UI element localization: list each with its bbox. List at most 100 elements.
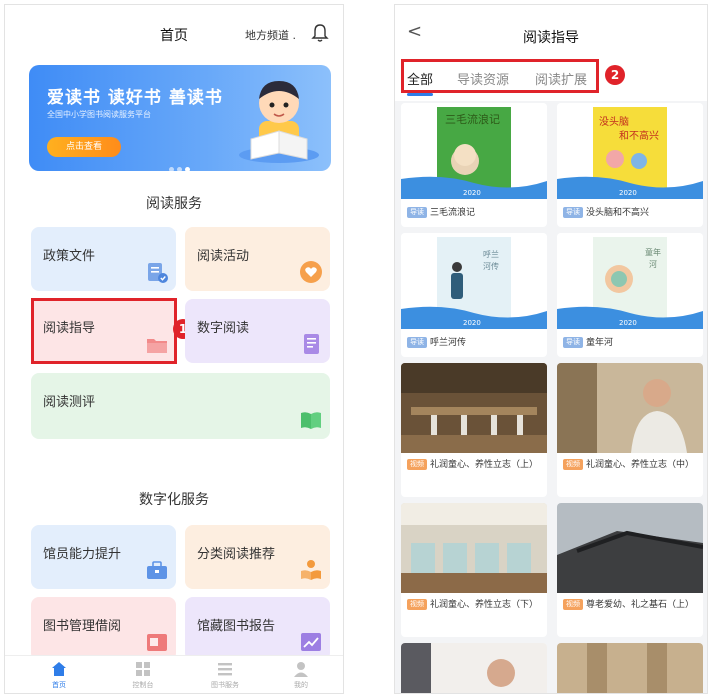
resource-card[interactable]: 视频 礼润童心、养性立志（中） bbox=[557, 363, 703, 497]
book-cover-thumbnail: 呼兰 河传 2020 bbox=[401, 233, 547, 329]
service-reading-assessment[interactable]: 阅读测评 bbox=[31, 373, 330, 439]
resource-tag: 视频 bbox=[563, 459, 583, 470]
resource-tag: 视频 bbox=[563, 599, 583, 610]
service-librarian-training[interactable]: 馆员能力提升 bbox=[31, 525, 176, 589]
document-icon bbox=[148, 263, 168, 283]
promo-banner[interactable]: 爱读书 读好书 善读书 全国中小学图书阅读服务平台 点击查看 bbox=[29, 65, 331, 171]
svg-text:没头脑: 没头脑 bbox=[599, 115, 629, 128]
callout-badge-2: 2 bbox=[605, 65, 625, 85]
resource-tag: 导读 bbox=[563, 337, 583, 348]
resource-title: 导读 没头脑和不高兴 bbox=[563, 207, 699, 220]
resource-title: 导读 呼兰河传 bbox=[407, 337, 543, 350]
tab-console[interactable]: 控制台 bbox=[113, 660, 173, 690]
service-label: 馆员能力提升 bbox=[43, 547, 122, 562]
book-icon bbox=[301, 412, 321, 429]
book-cover-thumbnail: 童年 河 2020 bbox=[557, 233, 703, 329]
resource-tag: 视频 bbox=[407, 459, 427, 470]
resource-title: 导读 三毛流浪记 bbox=[407, 207, 543, 220]
banner-cta-button[interactable]: 点击查看 bbox=[47, 137, 121, 157]
briefcase-icon bbox=[147, 561, 167, 579]
home-icon bbox=[52, 662, 66, 676]
resource-title: 导读 童年河 bbox=[563, 337, 699, 350]
tab-label: 首页 bbox=[52, 681, 66, 689]
video-thumbnail bbox=[401, 503, 547, 593]
service-policy-documents[interactable]: 政策文件 bbox=[31, 227, 176, 291]
library-card-icon bbox=[147, 634, 167, 651]
cover-year: 2020 bbox=[463, 319, 481, 327]
svg-text:童年: 童年 bbox=[645, 247, 661, 257]
chart-icon bbox=[301, 633, 321, 651]
tab-label: 图书服务 bbox=[211, 681, 239, 689]
video-thumbnail bbox=[557, 643, 703, 693]
home-screen: 首页 地方频道 . 爱读书 读好书 善读书 全国中小学图书阅读服务平台 点击查看… bbox=[4, 4, 344, 694]
book-cover-thumbnail: 没头脑 和不高兴 2020 bbox=[557, 103, 703, 199]
tabs-highlight-box bbox=[401, 59, 599, 93]
svg-text:河传: 河传 bbox=[483, 261, 499, 271]
resource-card[interactable]: 视频 尊老爱幼、礼之基石（上） bbox=[557, 503, 703, 637]
resource-card[interactable] bbox=[401, 643, 547, 693]
service-collection-report[interactable]: 馆藏图书报告 bbox=[185, 597, 330, 661]
banner-subtitle: 全国中小学图书阅读服务平台 bbox=[47, 110, 151, 119]
region-channel-link[interactable]: 地方频道 . bbox=[245, 27, 296, 43]
resource-tag: 导读 bbox=[407, 337, 427, 348]
resource-card[interactable]: 三毛流浪记 2020 导读 三毛流浪记 bbox=[401, 103, 547, 227]
section-title-digital-services: 数字化服务 bbox=[139, 492, 209, 508]
grid-icon bbox=[136, 662, 150, 676]
service-label: 阅读活动 bbox=[197, 249, 250, 264]
guidance-highlight-box bbox=[31, 298, 177, 364]
cover-year: 2020 bbox=[463, 189, 481, 197]
tab-profile[interactable]: 我的 bbox=[271, 660, 331, 690]
section-title-reading-services: 阅读服务 bbox=[146, 196, 202, 212]
resource-card[interactable] bbox=[557, 643, 703, 693]
service-label: 图书管理借阅 bbox=[43, 619, 122, 634]
resource-card[interactable]: 视频 礼润童心、养性立志（上） bbox=[401, 363, 547, 497]
video-thumbnail bbox=[557, 503, 703, 593]
cover-year: 2020 bbox=[619, 319, 637, 327]
carousel-dots[interactable] bbox=[169, 157, 193, 171]
heart-icon bbox=[300, 261, 322, 283]
svg-text:和不高兴: 和不高兴 bbox=[619, 129, 659, 142]
book-cover-thumbnail: 三毛流浪记 2020 bbox=[401, 103, 547, 199]
resource-title: 视频 礼润童心、养性立志（下） bbox=[407, 599, 543, 612]
service-reading-activities[interactable]: 阅读活动 bbox=[185, 227, 330, 291]
resource-tag: 导读 bbox=[563, 207, 583, 218]
resource-title: 视频 尊老爱幼、礼之基石（上） bbox=[563, 599, 699, 612]
video-thumbnail bbox=[401, 363, 547, 453]
home-header: 首页 地方频道 . bbox=[5, 5, 343, 57]
user-icon bbox=[294, 662, 308, 677]
resource-title: 视频 礼润童心、养性立志（中） bbox=[563, 459, 699, 472]
service-digital-reading[interactable]: 数字阅读 bbox=[185, 299, 330, 363]
tablet-icon bbox=[304, 334, 319, 354]
tab-book-service[interactable]: 图书服务 bbox=[195, 660, 255, 690]
list-icon bbox=[218, 663, 232, 676]
bottom-tab-bar: 首页 控制台 图书服务 我的 bbox=[5, 655, 343, 693]
svg-text:河: 河 bbox=[649, 259, 657, 269]
resource-tag: 导读 bbox=[407, 207, 427, 218]
tab-label: 我的 bbox=[294, 681, 308, 689]
video-thumbnail bbox=[401, 643, 547, 693]
service-label: 阅读测评 bbox=[43, 395, 96, 410]
tab-home[interactable]: 首页 bbox=[29, 660, 89, 690]
service-library-management[interactable]: 图书管理借阅 bbox=[31, 597, 176, 661]
bell-icon[interactable] bbox=[311, 23, 329, 43]
service-label: 数字阅读 bbox=[197, 321, 250, 336]
cover-year: 2020 bbox=[619, 189, 637, 197]
page-title: 阅读指导 bbox=[523, 30, 579, 46]
reader-icon bbox=[301, 560, 321, 580]
resource-card[interactable]: 视频 礼润童心、养性立志（下） bbox=[401, 503, 547, 637]
reading-guidance-screen: < 阅读指导 全部 导读资源 阅读扩展 2 三毛流浪记 2020 导读 三毛流浪记… bbox=[394, 4, 708, 694]
resource-title: 视频 礼润童心、养性立志（上） bbox=[407, 459, 543, 472]
tab-label: 控制台 bbox=[132, 681, 154, 689]
service-label: 馆藏图书报告 bbox=[197, 619, 276, 634]
resource-tag: 视频 bbox=[407, 599, 427, 610]
banner-slogan: 爱读书 读好书 善读书 bbox=[47, 88, 223, 108]
resource-card[interactable]: 没头脑 和不高兴 2020 导读 没头脑和不高兴 bbox=[557, 103, 703, 227]
service-category-recommendation[interactable]: 分类阅读推荐 bbox=[185, 525, 330, 589]
resource-card[interactable]: 呼兰 河传 2020 导读 呼兰河传 bbox=[401, 233, 547, 357]
service-label: 分类阅读推荐 bbox=[197, 547, 276, 562]
svg-text:三毛流浪记: 三毛流浪记 bbox=[445, 112, 500, 126]
video-thumbnail bbox=[557, 363, 703, 453]
service-label: 政策文件 bbox=[43, 249, 96, 264]
reading-child-illustration bbox=[239, 81, 319, 163]
resource-card[interactable]: 童年 河 2020 导读 童年河 bbox=[557, 233, 703, 357]
